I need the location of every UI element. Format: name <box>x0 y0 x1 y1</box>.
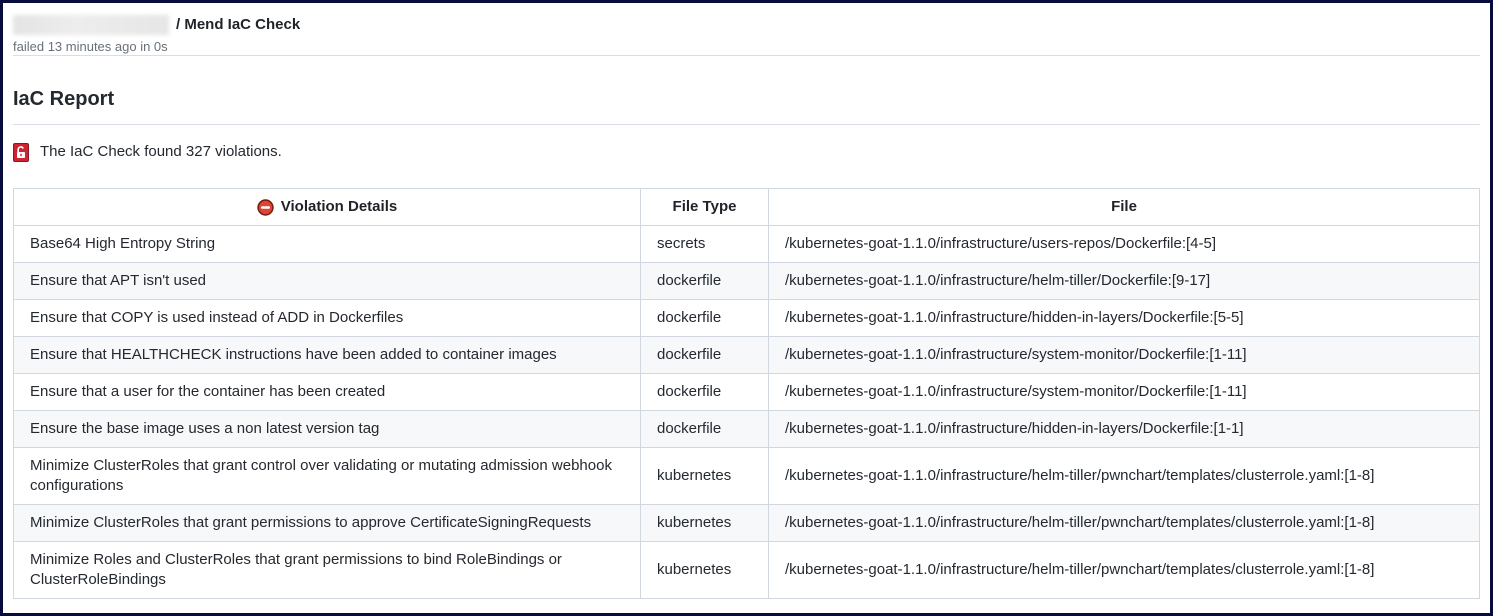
violation-cell: Minimize ClusterRoles that grant permiss… <box>14 505 641 542</box>
violations-table: Violation Details File Type File Base64 … <box>13 188 1480 599</box>
table-row: Ensure that a user for the container has… <box>14 374 1480 411</box>
check-header: / Mend IaC Check <box>13 3 1480 35</box>
file-type-cell: dockerfile <box>641 374 769 411</box>
page-content: / Mend IaC Check failed 13 minutes ago i… <box>13 3 1480 599</box>
file-cell: /kubernetes-goat-1.1.0/infrastructure/he… <box>769 542 1480 599</box>
file-cell: /kubernetes-goat-1.1.0/infrastructure/sy… <box>769 337 1480 374</box>
table-row: Ensure that COPY is used instead of ADD … <box>14 300 1480 337</box>
file-type-cell: dockerfile <box>641 411 769 448</box>
table-row: Base64 High Entropy Stringsecrets/kubern… <box>14 226 1480 263</box>
file-type-cell: kubernetes <box>641 448 769 505</box>
violation-cell: Minimize ClusterRoles that grant control… <box>14 448 641 505</box>
file-cell: /kubernetes-goat-1.1.0/infrastructure/hi… <box>769 300 1480 337</box>
file-type-cell: dockerfile <box>641 300 769 337</box>
report-heading: IaC Report <box>13 87 1480 111</box>
violation-cell: Ensure that HEALTHCHECK instructions hav… <box>14 337 641 374</box>
violation-cell: Base64 High Entropy String <box>14 226 641 263</box>
violation-cell: Ensure that COPY is used instead of ADD … <box>14 300 641 337</box>
file-type-header: File Type <box>641 189 769 226</box>
file-cell: /kubernetes-goat-1.1.0/infrastructure/he… <box>769 263 1480 300</box>
divider <box>13 55 1480 56</box>
file-type-cell: dockerfile <box>641 263 769 300</box>
violation-cell: Ensure that a user for the container has… <box>14 374 641 411</box>
divider <box>13 124 1480 125</box>
file-cell: /kubernetes-goat-1.1.0/infrastructure/us… <box>769 226 1480 263</box>
table-row: Minimize ClusterRoles that grant control… <box>14 448 1480 505</box>
file-type-cell: dockerfile <box>641 337 769 374</box>
violations-summary: The IaC Check found 327 violations. <box>13 142 1480 162</box>
check-title-text: / Mend IaC Check <box>176 15 300 35</box>
violation-details-header: Violation Details <box>14 189 641 226</box>
file-header: File <box>769 189 1480 226</box>
violation-details-header-label: Violation Details <box>281 197 397 217</box>
violations-summary-text: The IaC Check found 327 violations. <box>40 142 282 162</box>
file-type-cell: kubernetes <box>641 542 769 599</box>
file-cell: /kubernetes-goat-1.1.0/infrastructure/he… <box>769 505 1480 542</box>
table-row: Ensure that APT isn't useddockerfile/kub… <box>14 263 1480 300</box>
file-type-cell: kubernetes <box>641 505 769 542</box>
check-status-line: failed 13 minutes ago in 0s <box>13 39 1480 55</box>
no-entry-icon <box>257 199 274 216</box>
table-row: Ensure that HEALTHCHECK instructions hav… <box>14 337 1480 374</box>
file-cell: /kubernetes-goat-1.1.0/infrastructure/hi… <box>769 411 1480 448</box>
violation-cell: Minimize Roles and ClusterRoles that gra… <box>14 542 641 599</box>
table-row: Minimize ClusterRoles that grant permiss… <box>14 505 1480 542</box>
open-padlock-icon <box>13 143 29 162</box>
table-row: Minimize Roles and ClusterRoles that gra… <box>14 542 1480 599</box>
file-cell: /kubernetes-goat-1.1.0/infrastructure/he… <box>769 448 1480 505</box>
file-type-cell: secrets <box>641 226 769 263</box>
file-cell: /kubernetes-goat-1.1.0/infrastructure/sy… <box>769 374 1480 411</box>
violation-cell: Ensure that APT isn't used <box>14 263 641 300</box>
violation-cell: Ensure the base image uses a non latest … <box>14 411 641 448</box>
table-header-row: Violation Details File Type File <box>14 189 1480 226</box>
table-row: Ensure the base image uses a non latest … <box>14 411 1480 448</box>
redacted-workflow-name[interactable] <box>13 15 169 35</box>
